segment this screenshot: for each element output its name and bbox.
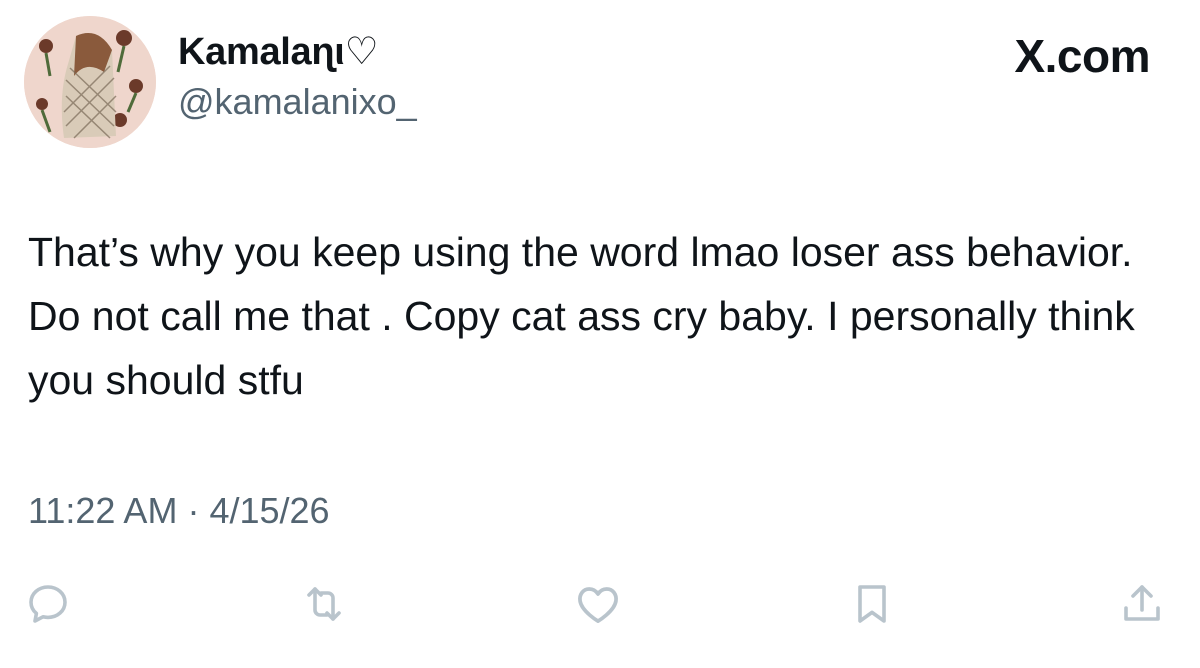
bookmark-button[interactable] bbox=[840, 572, 904, 636]
meta-separator: · bbox=[187, 490, 200, 531]
avatar-image bbox=[24, 16, 156, 148]
tweet-date: 4/15/26 bbox=[209, 490, 330, 531]
author-block: Kamalaɳι♡ @kamalanixo_ bbox=[178, 28, 417, 128]
user-handle[interactable]: @kamalanixo_ bbox=[178, 76, 417, 128]
share-button[interactable] bbox=[1110, 572, 1174, 636]
tweet-card: Kamalaɳι♡ @kamalanixo_ X.com That’s why … bbox=[0, 0, 1200, 668]
heart-icon bbox=[578, 587, 618, 623]
display-name-text: Kamalaɳι bbox=[178, 31, 345, 73]
repost-button[interactable] bbox=[292, 572, 356, 636]
heart-symbol: ♡ bbox=[344, 31, 379, 73]
brand-label: X.com bbox=[1014, 30, 1150, 82]
share-icon bbox=[1124, 585, 1160, 621]
repost-icon bbox=[307, 587, 341, 621]
reply-button[interactable] bbox=[16, 572, 80, 636]
tweet-text: That’s why you keep using the word lmao … bbox=[28, 229, 1135, 403]
like-button[interactable] bbox=[566, 572, 630, 636]
display-name[interactable]: Kamalaɳι♡ bbox=[178, 28, 417, 76]
tweet-time: 11:22 AM bbox=[28, 490, 178, 531]
tweet-timestamp[interactable]: 11:22 AM · 4/15/26 bbox=[28, 487, 330, 535]
avatar[interactable] bbox=[24, 16, 156, 148]
action-bar bbox=[0, 572, 1200, 636]
bookmark-icon bbox=[858, 585, 886, 623]
reply-icon bbox=[29, 585, 67, 623]
